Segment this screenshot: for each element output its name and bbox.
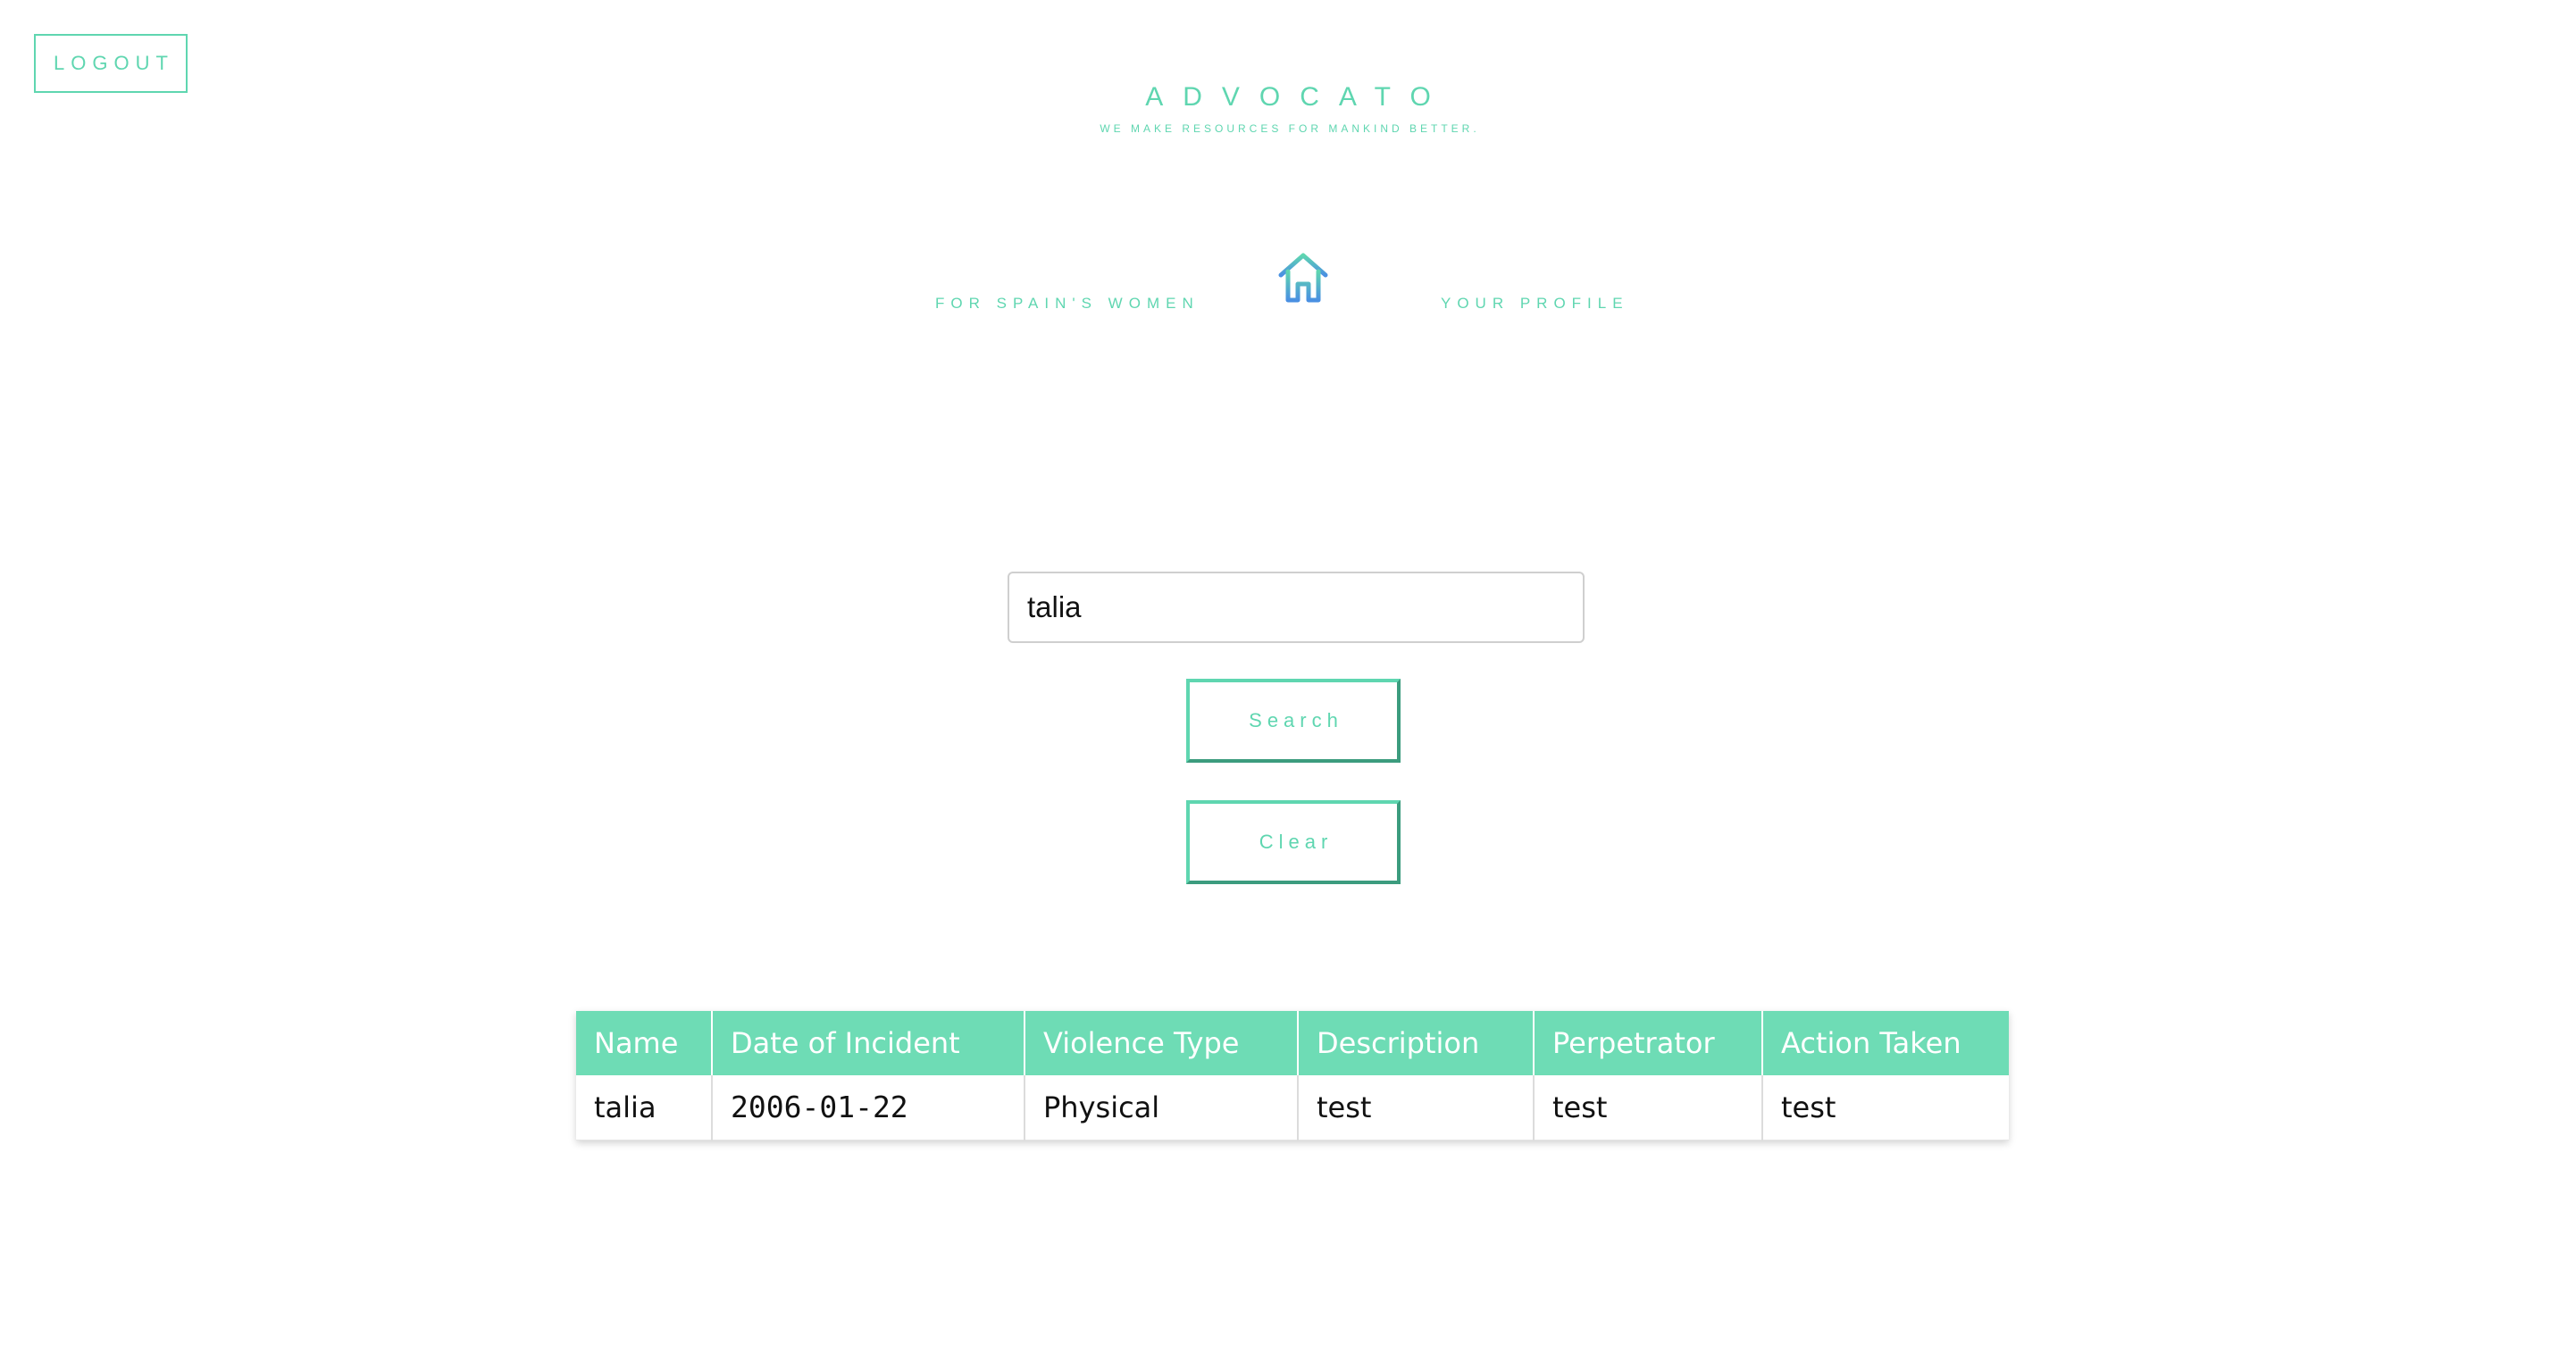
brand-title: ADVOCATO [1145,82,1451,112]
main-nav: FOR SPAIN'S WOMEN YOUR PROFILE [0,250,2576,313]
results-table: Name Date of Incident Violence Type Desc… [576,1011,2009,1140]
brand-tagline: WE MAKE RESOURCES FOR MANKIND BETTER. [1100,122,1480,135]
table-header-row: Name Date of Incident Violence Type Desc… [576,1011,2009,1075]
column-header-action-taken: Action Taken [1762,1011,2009,1075]
column-header-name: Name [576,1011,713,1075]
brand-header: ADVOCATO WE MAKE RESOURCES FOR MANKIND B… [0,82,2576,136]
cell-description: test [1298,1075,1535,1140]
search-input[interactable] [1008,572,1585,643]
cell-name: talia [576,1075,713,1140]
table-row: talia 2006-01-22 Physical test test test [576,1075,2009,1140]
column-header-description: Description [1298,1011,1535,1075]
column-header-perpetrator: Perpetrator [1534,1011,1763,1075]
cell-action-taken: test [1762,1075,2009,1140]
search-button[interactable]: Search [1186,679,1401,763]
clear-button[interactable]: Clear [1186,800,1401,884]
cell-perpetrator: test [1534,1075,1763,1140]
nav-link-your-profile[interactable]: YOUR PROFILE [1441,295,1629,313]
column-header-date-of-incident: Date of Incident [712,1011,1025,1075]
home-icon[interactable] [1275,250,1331,305]
cell-violence-type: Physical [1025,1075,1299,1140]
cell-date-of-incident: 2006-01-22 [712,1075,1025,1140]
column-header-violence-type: Violence Type [1025,1011,1299,1075]
nav-link-spains-women[interactable]: FOR SPAIN'S WOMEN [935,295,1200,313]
